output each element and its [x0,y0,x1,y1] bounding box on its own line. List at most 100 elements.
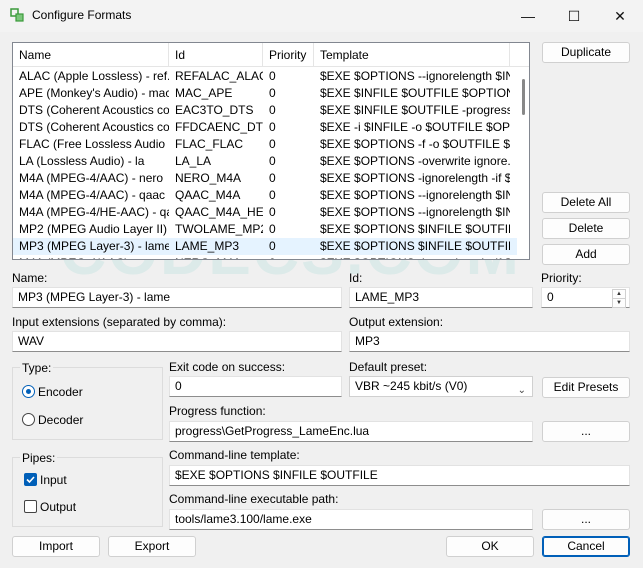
window-title: Configure Formats [32,8,132,22]
close-button[interactable]: ✕ [597,0,643,32]
browse-progress-button[interactable]: ... [542,421,630,442]
table-cell: 0 [263,255,314,259]
priority-label: Priority: [541,271,582,285]
table-cell: QAAC_M4A_HE [175,205,263,219]
table-row[interactable]: DTS (Coherent Acoustics co... EAC3TO_DTS 0… [13,102,518,119]
delete-all-button[interactable]: Delete All [542,192,630,213]
name-field[interactable]: MP3 (MPEG Layer-3) - lame [12,287,342,308]
table-cell: 0 [269,239,276,253]
decoder-label[interactable]: Decoder [38,413,83,427]
id-field[interactable]: LAME_MP3 [349,287,533,308]
chevron-down-icon: ⌄ [517,385,526,396]
table-cell: MP3 (MPEG Layer-3) - lame [19,239,169,253]
delete-button[interactable]: Delete [542,218,630,239]
edit-presets-button[interactable]: Edit Presets [542,377,630,398]
output-extension-field[interactable]: MP3 [349,331,630,352]
duplicate-button[interactable]: Duplicate [542,42,630,63]
browse-path-button[interactable]: ... [542,509,630,530]
table-cell: M4A (MPEG-4/HE-AAC) - qaac [19,205,169,219]
import-button[interactable]: Import [12,536,100,557]
default-preset-select[interactable]: VBR ~245 kbit/s (V0) ⌄ [349,376,533,397]
column-header-id[interactable]: Id [169,43,263,67]
table-cell: DTS (Coherent Acoustics co... [19,103,169,117]
table-cell: 0 [269,120,276,134]
minimize-icon: — [521,8,535,24]
table-cell: $EXE -i $INFILE -o $OUTFILE $OPTI... [320,120,510,134]
table-cell: $EXE $OPTIONS $INFILE $OUTFILE [320,239,510,253]
pipe-input-label[interactable]: Input [40,473,67,487]
table-row[interactable]: ALAC (Apple Lossless) - ref... REFALAC_AL… [13,68,518,85]
table-cell: LA (Lossless Audio) - la [19,154,145,168]
input-extensions-field[interactable]: WAV [12,331,342,352]
app-icon [10,8,24,22]
table-cell: FLAC_FLAC [175,137,244,151]
priority-down-icon[interactable]: ▼ [612,298,626,308]
encoder-radio[interactable] [22,385,35,398]
exit-code-label: Exit code on success: [169,360,286,374]
pipe-input-checkbox[interactable] [24,473,37,486]
close-icon: ✕ [614,7,626,24]
table-cell: $EXE $INFILE $OUTFILE $OPTIONS [320,86,510,100]
table-cell: 0 [269,137,276,151]
default-preset-label: Default preset: [349,360,428,374]
table-cell: $EXE $OPTIONS -overwrite ignore.... [320,154,510,168]
name-label: Name: [12,271,48,285]
export-button[interactable]: Export [108,536,196,557]
decoder-radio[interactable] [22,413,35,426]
table-row[interactable]: APE (Monkey's Audio) - mac MAC_APE 0 $EXE $… [13,85,518,102]
column-header-priority[interactable]: Priority [263,43,314,67]
exit-code-field[interactable]: 0 [169,376,342,397]
table-cell: M4A (MPEG-4/AAC) [13,255,169,259]
type-label: Type: [20,361,54,375]
table-cell: 0 [269,86,276,100]
table-cell: REFALAC_ALAC [175,69,263,83]
table-cell: $EXE $OPTIONS --ignorelength $IN... [320,69,510,83]
table-row[interactable]: M4A (MPEG-4/AAC) - qaac QAAC_M4A 0 $EXE $OP… [13,187,518,204]
table-cell: 0 [269,171,276,185]
column-header-template[interactable]: Template [314,43,510,67]
table-row[interactable]: FLAC (Free Lossless Audio ... FLAC_FLAC 0 $… [13,136,518,153]
cmd-template-field[interactable]: $EXE $OPTIONS $INFILE $OUTFILE [169,465,630,486]
cmd-path-label: Command-line executable path: [169,492,339,506]
checkmark-icon [26,476,35,484]
add-button[interactable]: Add [542,244,630,265]
formats-list[interactable]: Name Id Priority Template ALAC (Apple Lo… [12,42,530,260]
output-extension-label: Output extension: [349,315,444,329]
pipe-output-label[interactable]: Output [40,500,76,514]
table-row[interactable]: M4A (MPEG-4/AAC) - nero NERO_M4A 0 $EXE $OP… [13,170,518,187]
table-cell: 0 [269,222,276,236]
input-extensions-label: Input extensions (separated by comma): [12,315,227,329]
table-cell: DTS (Coherent Acoustics co... [19,120,169,134]
table-row[interactable]: DTS (Coherent Acoustics co... FFDCAENC_DT… [13,119,518,136]
scrollbar-thumb[interactable] [522,79,525,115]
minimize-button[interactable]: — [505,0,551,32]
table-row[interactable]: M4A (MPEG-4/AAC)NERO_M4A0$EXE $OPTIONS -… [13,255,518,259]
table-cell: 0 [269,205,276,219]
table-row[interactable]: LA (Lossless Audio) - la LA_LA 0 $EXE $OPTI… [13,153,518,170]
table-cell: EAC3TO_DTS [175,103,254,117]
table-row[interactable]: MP3 (MPEG Layer-3) - lame LAME_MP3 0 $EXE $… [13,238,518,255]
table-row[interactable]: MP2 (MPEG Audio Layer II) ... TWOLAME_MP2… [13,221,518,238]
progress-function-label: Progress function: [169,404,266,418]
cancel-button[interactable]: Cancel [542,536,630,557]
table-cell: 0 [269,154,276,168]
list-header: Name Id Priority Template [13,43,529,67]
encoder-label[interactable]: Encoder [38,385,83,399]
table-cell: $EXE $OPTIONS --ignorelength $IN... [320,188,510,202]
pipe-output-checkbox[interactable] [24,500,37,513]
table-cell: QAAC_M4A [175,188,241,202]
table-cell: APE (Monkey's Audio) - mac [19,86,169,100]
list-scrollbar[interactable] [517,67,529,259]
table-cell: 0 [269,103,276,117]
table-cell: $EXE $INFILE $OUTFILE -progressn... [320,103,510,117]
table-row[interactable]: M4A (MPEG-4/HE-AAC) - qaac QAAC_M4A_HE 0 $E… [13,204,518,221]
table-cell: FFDCAENC_DTS [175,120,263,134]
maximize-button[interactable]: ☐ [551,0,597,32]
progress-function-field[interactable]: progress\GetProgress_LameEnc.lua [169,421,533,442]
table-cell: $EXE $OPTIONS -ignorelength -if $I... [314,255,510,259]
cmd-path-field[interactable]: tools/lame3.100/lame.exe [169,509,533,530]
ok-button[interactable]: OK [446,536,534,557]
table-cell: $EXE $OPTIONS --ignorelength $IN... [320,205,510,219]
column-header-name[interactable]: Name [13,43,169,67]
table-cell: LA_LA [175,154,212,168]
